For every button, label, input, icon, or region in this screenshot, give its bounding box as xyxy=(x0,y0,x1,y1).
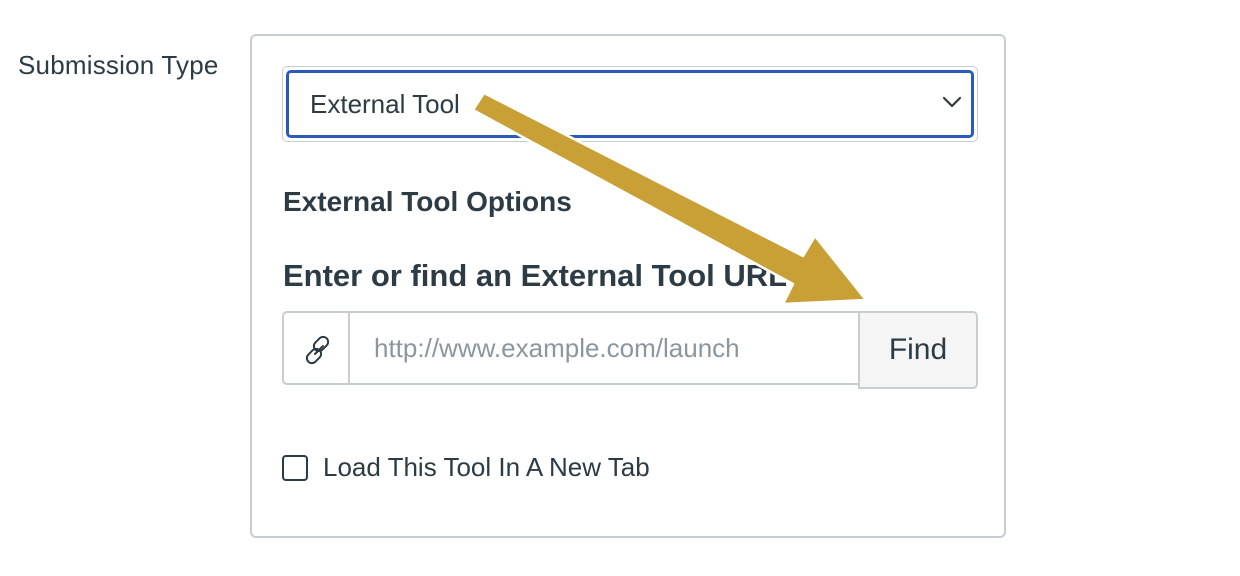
submission-type-selected-value: External Tool xyxy=(310,89,460,119)
find-button[interactable]: Find xyxy=(858,311,978,389)
new-tab-checkbox-label[interactable]: Load This Tool In A New Tab xyxy=(323,452,650,483)
external-tool-options-heading: External Tool Options xyxy=(283,186,572,217)
external-tool-url-group: Find xyxy=(282,311,978,389)
external-tool-url-input[interactable] xyxy=(348,311,860,385)
new-tab-checkbox[interactable] xyxy=(282,455,308,481)
link-icon xyxy=(305,335,330,365)
assignment-edit-page: Submission Type External Tool External T… xyxy=(0,0,1240,576)
submission-type-select[interactable]: External Tool xyxy=(286,70,974,138)
chevron-down-icon xyxy=(942,96,962,108)
submission-type-label: Submission Type xyxy=(18,50,219,80)
submission-type-select-wrapper: External Tool xyxy=(282,66,978,142)
link-addon xyxy=(282,311,350,385)
external-tool-url-heading: Enter or find an External Tool URL xyxy=(283,258,788,293)
